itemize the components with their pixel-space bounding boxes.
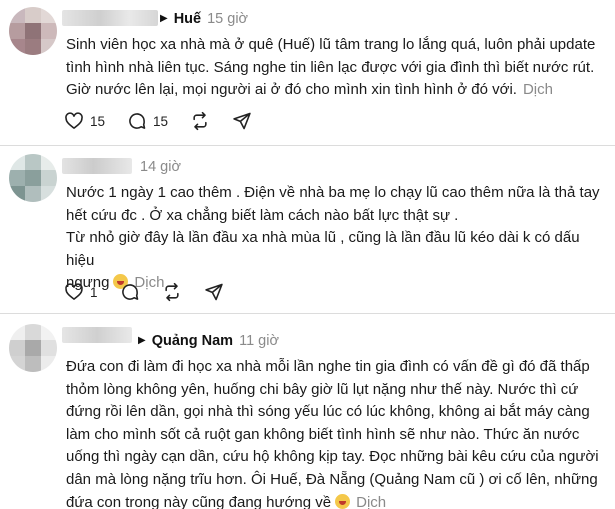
location-tag[interactable]: Huế [174, 11, 201, 27]
text-line-content: đứa con trong này cũng đang hướng về [66, 493, 332, 509]
heart-icon [65, 112, 83, 129]
username-blurred[interactable] [62, 158, 132, 174]
triangle-icon: ▶ [138, 334, 146, 346]
location-tag[interactable]: Quảng Nam [152, 333, 233, 349]
post-text: Đứa con đi làm đi học xa nhà mỗi lần ngh… [66, 356, 606, 509]
send-icon [204, 283, 223, 301]
repost-icon [193, 111, 207, 131]
username-blurred[interactable] [62, 327, 132, 343]
translate-link[interactable]: Dịch [356, 494, 386, 509]
post-2: 14 giờ Nước 1 ngày 1 cao thêm . Điện về … [0, 146, 615, 313]
text-line: làm cho mình sốt cả ruột gan không biết … [66, 425, 580, 443]
text-line: dân mà lòng nặng trĩu hơn. Ôi Huế, Đà Nẵ… [66, 470, 598, 488]
repost-button[interactable] [162, 282, 182, 302]
action-bar: 15 15 [64, 111, 274, 131]
avatar[interactable] [9, 7, 57, 55]
send-icon [233, 112, 251, 130]
text-line: tình hình nhà liên tục. Sáng nghe tin li… [66, 58, 595, 76]
share-button[interactable] [204, 282, 224, 302]
text-line: đứa con trong này cũng đang hướng về Dịch [66, 492, 606, 509]
avatar[interactable] [9, 324, 57, 372]
text-line: đứng rồi lên dần, gọi nhà thì sóng yếu l… [66, 403, 590, 421]
timestamp[interactable]: 14 giờ [140, 159, 181, 175]
text-line: Nước 1 ngày 1 cao thêm . Điện về nhà ba … [66, 184, 600, 201]
text-line-content: Giờ nước lên lại, mọi người ai ở đó cho … [66, 81, 517, 99]
translate-link[interactable]: Dịch [523, 81, 553, 98]
text-line: Sinh viên học xa nhà mà ở quê (Huế) lũ t… [66, 36, 596, 53]
heart-icon [65, 283, 83, 300]
like-count: 15 [90, 113, 106, 129]
text-line: Đứa con đi làm đi học xa nhà mỗi lần ngh… [66, 358, 590, 375]
comment-button[interactable] [120, 282, 140, 302]
repost-button[interactable] [190, 111, 210, 131]
like-button[interactable]: 1 [64, 282, 98, 302]
repost-icon [164, 282, 179, 302]
text-line: uống thì ngày cạn dần, cứu hộ không kịp … [66, 448, 599, 466]
like-button[interactable]: 15 [64, 111, 105, 131]
crying-face-emoji-icon [335, 493, 351, 509]
text-line: Giờ nước lên lại, mọi người ai ở đó cho … [66, 79, 606, 102]
post-3: ▶ Quảng Nam 11 giờ Đứa con đi làm đi học… [0, 314, 615, 509]
post-text: Nước 1 ngày 1 cao thêm . Điện về nhà ba … [66, 182, 606, 295]
text-line: Từ nhỏ giờ đây là lần đầu xa nhà mùa lũ … [66, 229, 580, 269]
post-text: Sinh viên học xa nhà mà ở quê (Huế) lũ t… [66, 34, 606, 102]
comment-button[interactable]: 15 [127, 111, 168, 131]
share-button[interactable] [232, 111, 252, 131]
triangle-icon: ▶ [160, 12, 168, 24]
text-line: hết cứu đc . Ở xa chẳng biết làm cách nà… [66, 206, 459, 224]
post-meta: 14 giờ [140, 159, 181, 175]
post-meta: ▶ Quảng Nam 11 giờ [138, 333, 279, 349]
post-meta: ▶ Huế 15 giờ [160, 11, 248, 27]
comment-icon [121, 284, 138, 300]
text-line: thỏm lòng không yên, huống chi bây giờ l… [66, 380, 579, 398]
avatar[interactable] [9, 154, 57, 202]
action-bar: 1 [64, 282, 246, 302]
timestamp[interactable]: 11 giờ [239, 333, 279, 349]
comment-count: 15 [153, 113, 169, 129]
comment-icon [129, 113, 146, 129]
username-blurred[interactable] [62, 10, 158, 26]
like-count: 1 [90, 284, 98, 300]
timestamp[interactable]: 15 giờ [207, 11, 248, 27]
post-1: ▶ Huế 15 giờ Sinh viên học xa nhà mà ở q… [0, 0, 615, 145]
